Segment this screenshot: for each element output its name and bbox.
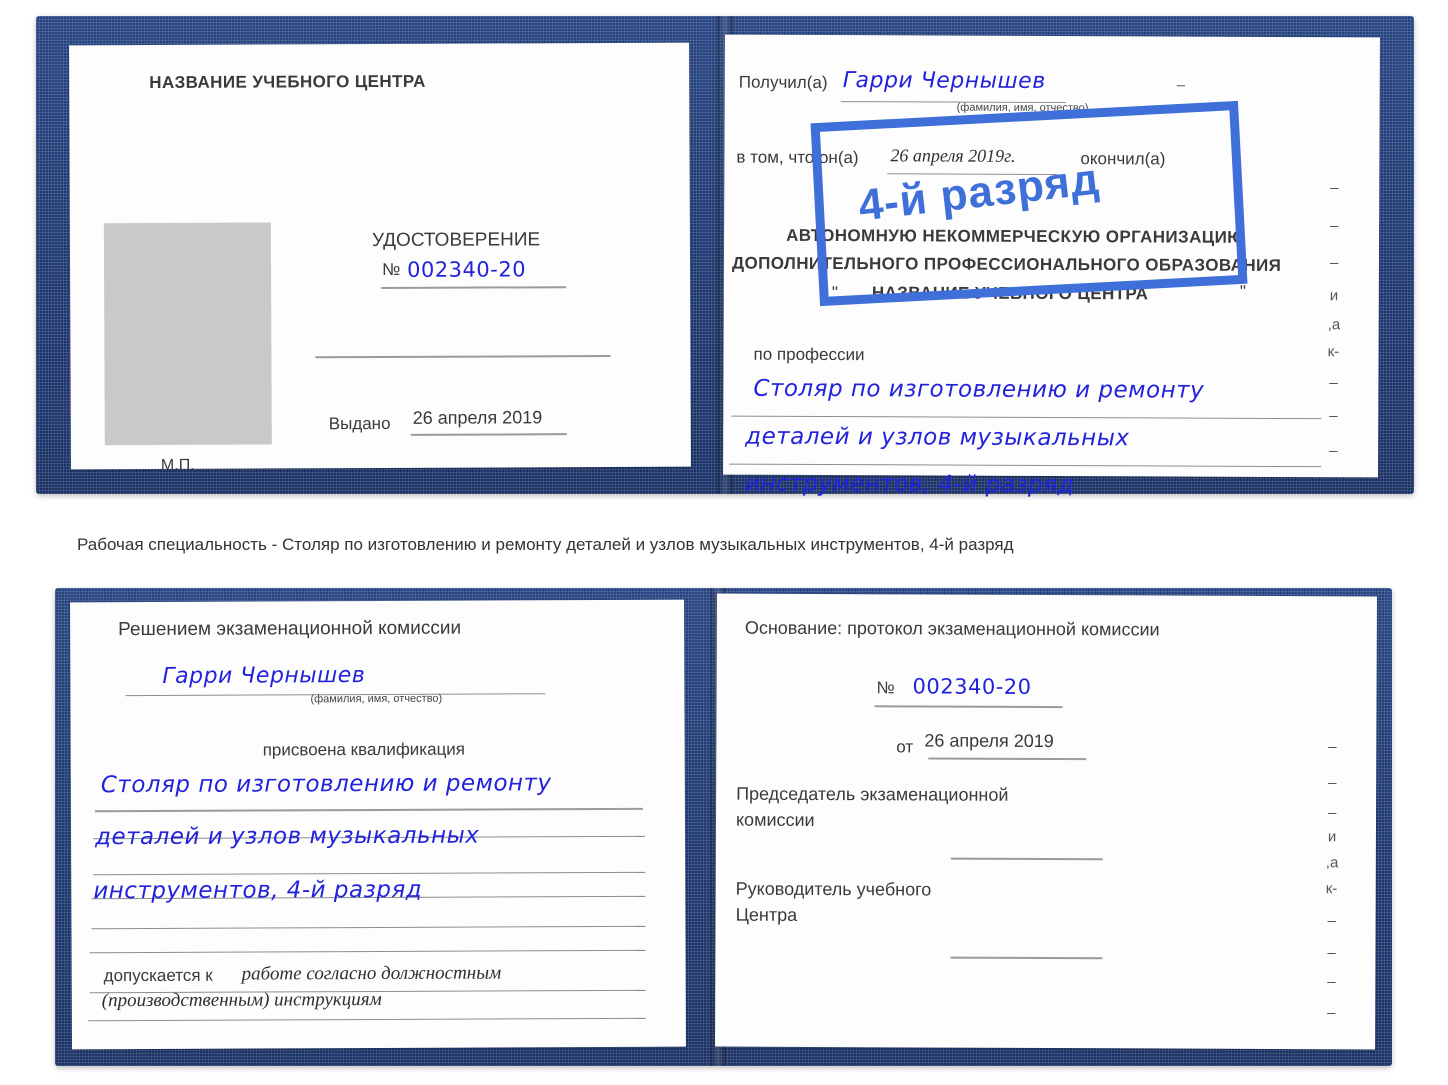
basis-label: Основание: протокол экзаменационной коми… — [744, 617, 1160, 640]
date-label-bottom: от — [896, 737, 914, 757]
edge-fragment-b4: и — [1327, 828, 1337, 846]
head-label-line2: Центра — [735, 904, 798, 925]
admitted-value-line1: работе согласно должностным — [241, 962, 502, 985]
commission-decision-heading: Решением экзаменационной комиссии — [118, 617, 462, 641]
org-quote-close: " — [1239, 281, 1246, 301]
org-title-top-left: НАЗВАНИЕ УЧЕБНОГО ЦЕНТРА — [149, 71, 426, 93]
name-hint-top: (фамилия, имя, отчество) — [956, 101, 1089, 115]
received-label: Получил(а) — [738, 72, 828, 93]
org-line2: ДОПОЛНИТЕЛЬНОГО ПРОФЕССИОНАЛЬНОГО ОБРАЗО… — [731, 253, 1282, 276]
certificate-bottom-right-page: Основание: протокол экзаменационной коми… — [715, 593, 1377, 1050]
org-line3: НАЗВАНИЕ УЧЕБНОГО ЦЕНТРА — [871, 283, 1149, 304]
edge-fragment-3: – — [1329, 254, 1339, 272]
admitted-rule2 — [87, 1017, 646, 1022]
edge-fragment-b9: – — [1327, 973, 1336, 991]
profession-line2: деталей и узлов музыкальных — [745, 423, 1130, 452]
number-rule-bottom — [874, 705, 1063, 709]
completion-date: 26 апреля 2019г. — [890, 145, 1016, 166]
edge-fragment-8: – — [1329, 407, 1338, 425]
qual-rule3 — [93, 871, 646, 876]
number-rule-top — [381, 286, 567, 289]
chairman-signature-rule — [950, 857, 1103, 861]
head-signature-rule — [950, 956, 1103, 960]
edge-fragment-b2: – — [1328, 774, 1337, 792]
number-value-top: 002340-20 — [407, 257, 527, 282]
issued-rule — [410, 433, 567, 436]
number-label-bottom: № — [876, 678, 895, 698]
certificate-bottom-left-page: Решением экзаменационной комиссии Гарри … — [70, 599, 686, 1050]
bottom-name: Гарри Чернышев — [162, 663, 366, 689]
number-label-top: № — [382, 259, 401, 279]
edge-fragment-7: – — [1329, 374, 1338, 392]
edge-dash-top-0: – — [1176, 76, 1186, 94]
edge-fragment-6: к- — [1327, 343, 1340, 361]
name-hint-bottom: (фамилия, имя, отчество) — [310, 692, 443, 706]
certificate-top-right-page: Получил(а) Гарри Чернышев (фамилия, имя,… — [723, 34, 1380, 498]
doc-title-udostoverenie: УДОСТОВЕРЕНИЕ — [371, 229, 541, 252]
edge-fragment-1: – — [1330, 179, 1339, 197]
edge-fragment-b1: – — [1328, 738, 1337, 756]
edge-fragment-4: и — [1329, 287, 1339, 305]
org-quote-open: " — [831, 283, 838, 303]
edge-fragment-5: ,а — [1327, 316, 1341, 334]
certificate-top-left-page: НАЗВАНИЕ УЧЕБНОГО ЦЕНТРА М.П. УДОСТОВЕРЕ… — [69, 42, 691, 474]
received-name: Гарри Чернышев — [842, 68, 1046, 94]
in-that-label: в том, что он(а) — [736, 147, 859, 168]
edge-fragment-2: – — [1330, 217, 1339, 235]
profession-line3: инструментов, 4-й разряд — [744, 470, 1074, 499]
admitted-label: допускается к — [103, 965, 213, 986]
chairman-label-line2: комиссии — [735, 809, 815, 830]
edge-fragment-b3: – — [1328, 804, 1337, 822]
edge-fragment-b10: – — [1327, 1004, 1336, 1022]
qual-rule6 — [89, 949, 646, 954]
issued-label: Выдано — [328, 413, 391, 434]
edge-fragment-b8: – — [1327, 944, 1336, 962]
profession-line1: Столяр по изготовлению и ремонту — [753, 375, 1205, 404]
edge-fragment-b5: ,а — [1325, 854, 1339, 872]
date-rule-bottom — [928, 757, 1087, 761]
photo-placeholder — [103, 222, 272, 446]
org-line1: АВТОНОМНУЮ НЕКОММЕРЧЕСКУЮ ОРГАНИЗАЦИЮ — [786, 225, 1246, 247]
profession-label: по профессии — [753, 344, 865, 365]
qual-rule5 — [91, 925, 646, 930]
edge-fragment-b6: к- — [1325, 880, 1338, 898]
profession-rule2 — [729, 463, 1322, 468]
page-caption: Рабочая специальность - Столяр по изгото… — [77, 535, 1014, 554]
qualification-line1: Столяр по изготовлению и ремонту — [100, 770, 552, 799]
head-label-line1: Руководитель учебного — [735, 878, 932, 900]
qualification-line3: инструментов, 4-й разряд — [93, 876, 423, 905]
edge-fragment-b7: – — [1327, 912, 1336, 930]
edge-fragment-9: – — [1329, 442, 1338, 460]
seal-label-mp: М.П. — [160, 456, 195, 474]
qual-rule1 — [94, 807, 643, 813]
number-value-bottom: 002340-20 — [912, 674, 1032, 699]
issued-value: 26 апреля 2019 — [412, 407, 543, 428]
qualification-line2: деталей и узлов музыкальных — [94, 822, 480, 851]
qualification-label: присвоена квалификация — [262, 739, 466, 760]
chairman-label-line1: Председатель экзаменационной — [736, 783, 1009, 805]
admitted-value-line2: (производственным) инструкциям — [101, 988, 382, 1012]
profession-rule1 — [731, 415, 1322, 420]
date-value-bottom: 26 апреля 2019 — [924, 730, 1054, 752]
blank-rule-top — [315, 354, 611, 359]
